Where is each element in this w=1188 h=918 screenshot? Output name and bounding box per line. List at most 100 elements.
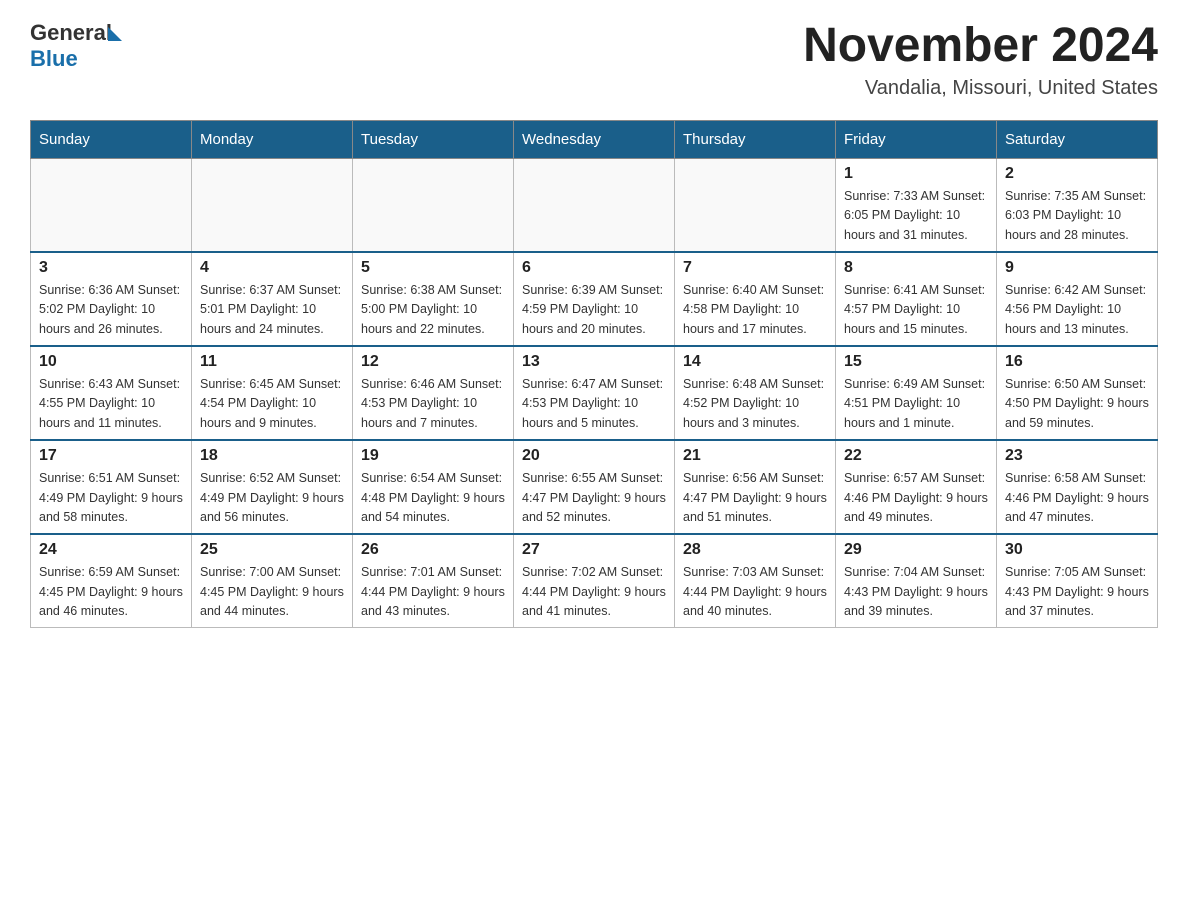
day-number: 11 xyxy=(200,353,344,371)
day-number: 18 xyxy=(200,447,344,465)
calendar-day-cell: 16 Sunrise: 6:50 AM Sunset: 4:50 PM Dayli… xyxy=(997,346,1158,440)
day-number: 10 xyxy=(39,353,183,371)
day-number: 25 xyxy=(200,541,344,559)
calendar-day-cell xyxy=(31,158,192,252)
calendar-week-row: 3 Sunrise: 6:36 AM Sunset: 5:02 PM Daylig… xyxy=(31,252,1158,346)
day-number: 3 xyxy=(39,259,183,277)
month-year-title: November 2024 xyxy=(803,20,1158,73)
day-info: Sunrise: 6:36 AM Sunset: 5:02 PM Dayligh… xyxy=(39,281,183,339)
day-number: 13 xyxy=(522,353,666,371)
calendar-day-cell: 28Sunrise: 7:03 AM Sunset: 4:44 PM Dayli… xyxy=(675,534,836,628)
location-subtitle: Vandalia, Missouri, United States xyxy=(803,77,1158,100)
calendar-day-header: Thursday xyxy=(675,120,836,158)
calendar-week-row: 24 Sunrise: 6:59 AM Sunset: 4:45 PM Dayli… xyxy=(31,534,1158,628)
day-number: 30 xyxy=(1005,541,1149,559)
day-info: Sunrise: 6:55 AM Sunset: 4:47 PM Dayligh… xyxy=(522,469,666,527)
calendar-day-cell xyxy=(353,158,514,252)
day-info: Sunrise: 7:00 AM Sunset: 4:45 PM Dayligh… xyxy=(200,563,344,621)
day-number: 9 xyxy=(1005,259,1149,277)
calendar-day-cell: 10 Sunrise: 6:43 AM Sunset: 4:55 PM Dayli… xyxy=(31,346,192,440)
day-info: Sunrise: 6:52 AM Sunset: 4:49 PM Dayligh… xyxy=(200,469,344,527)
day-info: Sunrise: 6:48 AM Sunset: 4:52 PM Dayligh… xyxy=(683,375,827,433)
day-info: Sunrise: 7:03 AM Sunset: 4:44 PM Dayligh… xyxy=(683,563,827,621)
day-number: 22 xyxy=(844,447,988,465)
day-number: 21 xyxy=(683,447,827,465)
day-info: Sunrise: 6:42 AM Sunset: 4:56 PM Dayligh… xyxy=(1005,281,1149,339)
day-info: Sunrise: 6:45 AM Sunset: 4:54 PM Dayligh… xyxy=(200,375,344,433)
day-number: 29 xyxy=(844,541,988,559)
day-number: 27 xyxy=(522,541,666,559)
day-info: Sunrise: 6:37 AM Sunset: 5:01 PM Dayligh… xyxy=(200,281,344,339)
day-info: Sunrise: 6:47 AM Sunset: 4:53 PM Dayligh… xyxy=(522,375,666,433)
day-info: Sunrise: 6:40 AM Sunset: 4:58 PM Dayligh… xyxy=(683,281,827,339)
calendar-day-cell: 7 Sunrise: 6:40 AM Sunset: 4:58 PM Daylig… xyxy=(675,252,836,346)
calendar-day-cell: 29 Sunrise: 7:04 AM Sunset: 4:43 PM Dayli… xyxy=(836,534,997,628)
day-info: Sunrise: 6:50 AM Sunset: 4:50 PM Dayligh… xyxy=(1005,375,1149,433)
calendar-day-header: Wednesday xyxy=(514,120,675,158)
day-number: 19 xyxy=(361,447,505,465)
day-info: Sunrise: 7:33 AM Sunset: 6:05 PM Dayligh… xyxy=(844,187,988,245)
day-number: 16 xyxy=(1005,353,1149,371)
day-info: Sunrise: 7:35 AM Sunset: 6:03 PM Dayligh… xyxy=(1005,187,1149,245)
day-info: Sunrise: 6:46 AM Sunset: 4:53 PM Dayligh… xyxy=(361,375,505,433)
day-info: Sunrise: 6:41 AM Sunset: 4:57 PM Dayligh… xyxy=(844,281,988,339)
calendar-week-row: 17 Sunrise: 6:51 AM Sunset: 4:49 PM Dayli… xyxy=(31,440,1158,534)
calendar-day-cell: 2 Sunrise: 7:35 AM Sunset: 6:03 PM Daylig… xyxy=(997,158,1158,252)
page-header: General Blue November 2024 Vandalia, Mis… xyxy=(30,20,1158,100)
calendar-day-cell: 21 Sunrise: 6:56 AM Sunset: 4:47 PM Dayli… xyxy=(675,440,836,534)
day-number: 17 xyxy=(39,447,183,465)
calendar-day-cell: 23Sunrise: 6:58 AM Sunset: 4:46 PM Dayli… xyxy=(997,440,1158,534)
day-number: 12 xyxy=(361,353,505,371)
calendar-day-cell: 19 Sunrise: 6:54 AM Sunset: 4:48 PM Dayli… xyxy=(353,440,514,534)
day-info: Sunrise: 6:54 AM Sunset: 4:48 PM Dayligh… xyxy=(361,469,505,527)
day-info: Sunrise: 6:58 AM Sunset: 4:46 PM Dayligh… xyxy=(1005,469,1149,527)
calendar-table: SundayMondayTuesdayWednesdayThursdayFrid… xyxy=(30,120,1158,629)
calendar-day-cell xyxy=(675,158,836,252)
day-info: Sunrise: 6:59 AM Sunset: 4:45 PM Dayligh… xyxy=(39,563,183,621)
calendar-day-header: Sunday xyxy=(31,120,192,158)
day-number: 20 xyxy=(522,447,666,465)
day-info: Sunrise: 6:43 AM Sunset: 4:55 PM Dayligh… xyxy=(39,375,183,433)
day-info: Sunrise: 6:57 AM Sunset: 4:46 PM Dayligh… xyxy=(844,469,988,527)
title-section: November 2024 Vandalia, Missouri, United… xyxy=(803,20,1158,100)
day-info: Sunrise: 6:56 AM Sunset: 4:47 PM Dayligh… xyxy=(683,469,827,527)
day-number: 15 xyxy=(844,353,988,371)
calendar-day-cell xyxy=(192,158,353,252)
calendar-day-cell: 6Sunrise: 6:39 AM Sunset: 4:59 PM Daylig… xyxy=(514,252,675,346)
calendar-day-cell: 14 Sunrise: 6:48 AM Sunset: 4:52 PM Dayli… xyxy=(675,346,836,440)
calendar-week-row: 1 Sunrise: 7:33 AM Sunset: 6:05 PM Daylig… xyxy=(31,158,1158,252)
day-info: Sunrise: 7:01 AM Sunset: 4:44 PM Dayligh… xyxy=(361,563,505,621)
calendar-day-cell: 18 Sunrise: 6:52 AM Sunset: 4:49 PM Dayli… xyxy=(192,440,353,534)
calendar-day-cell: 22 Sunrise: 6:57 AM Sunset: 4:46 PM Dayli… xyxy=(836,440,997,534)
calendar-week-row: 10 Sunrise: 6:43 AM Sunset: 4:55 PM Dayli… xyxy=(31,346,1158,440)
calendar-day-cell: 30Sunrise: 7:05 AM Sunset: 4:43 PM Dayli… xyxy=(997,534,1158,628)
calendar-day-cell: 11 Sunrise: 6:45 AM Sunset: 4:54 PM Dayli… xyxy=(192,346,353,440)
day-number: 7 xyxy=(683,259,827,277)
calendar-day-cell: 5 Sunrise: 6:38 AM Sunset: 5:00 PM Daylig… xyxy=(353,252,514,346)
logo-triangle-icon xyxy=(108,27,122,41)
calendar-day-cell: 8 Sunrise: 6:41 AM Sunset: 4:57 PM Daylig… xyxy=(836,252,997,346)
day-info: Sunrise: 6:38 AM Sunset: 5:00 PM Dayligh… xyxy=(361,281,505,339)
day-number: 6 xyxy=(522,259,666,277)
day-number: 1 xyxy=(844,165,988,183)
day-info: Sunrise: 7:04 AM Sunset: 4:43 PM Dayligh… xyxy=(844,563,988,621)
calendar-header-row: SundayMondayTuesdayWednesdayThursdayFrid… xyxy=(31,120,1158,158)
day-number: 26 xyxy=(361,541,505,559)
calendar-day-cell: 3 Sunrise: 6:36 AM Sunset: 5:02 PM Daylig… xyxy=(31,252,192,346)
calendar-day-cell: 27Sunrise: 7:02 AM Sunset: 4:44 PM Dayli… xyxy=(514,534,675,628)
logo: General Blue xyxy=(30,20,122,72)
calendar-day-cell: 26 Sunrise: 7:01 AM Sunset: 4:44 PM Dayli… xyxy=(353,534,514,628)
calendar-day-cell xyxy=(514,158,675,252)
calendar-day-cell: 13 Sunrise: 6:47 AM Sunset: 4:53 PM Dayli… xyxy=(514,346,675,440)
calendar-day-cell: 25 Sunrise: 7:00 AM Sunset: 4:45 PM Dayli… xyxy=(192,534,353,628)
day-number: 24 xyxy=(39,541,183,559)
day-number: 5 xyxy=(361,259,505,277)
calendar-day-cell: 9 Sunrise: 6:42 AM Sunset: 4:56 PM Daylig… xyxy=(997,252,1158,346)
calendar-day-header: Saturday xyxy=(997,120,1158,158)
day-number: 14 xyxy=(683,353,827,371)
calendar-day-cell: 15Sunrise: 6:49 AM Sunset: 4:51 PM Dayli… xyxy=(836,346,997,440)
day-number: 8 xyxy=(844,259,988,277)
day-info: Sunrise: 6:51 AM Sunset: 4:49 PM Dayligh… xyxy=(39,469,183,527)
calendar-day-cell: 24 Sunrise: 6:59 AM Sunset: 4:45 PM Dayli… xyxy=(31,534,192,628)
day-number: 2 xyxy=(1005,165,1149,183)
